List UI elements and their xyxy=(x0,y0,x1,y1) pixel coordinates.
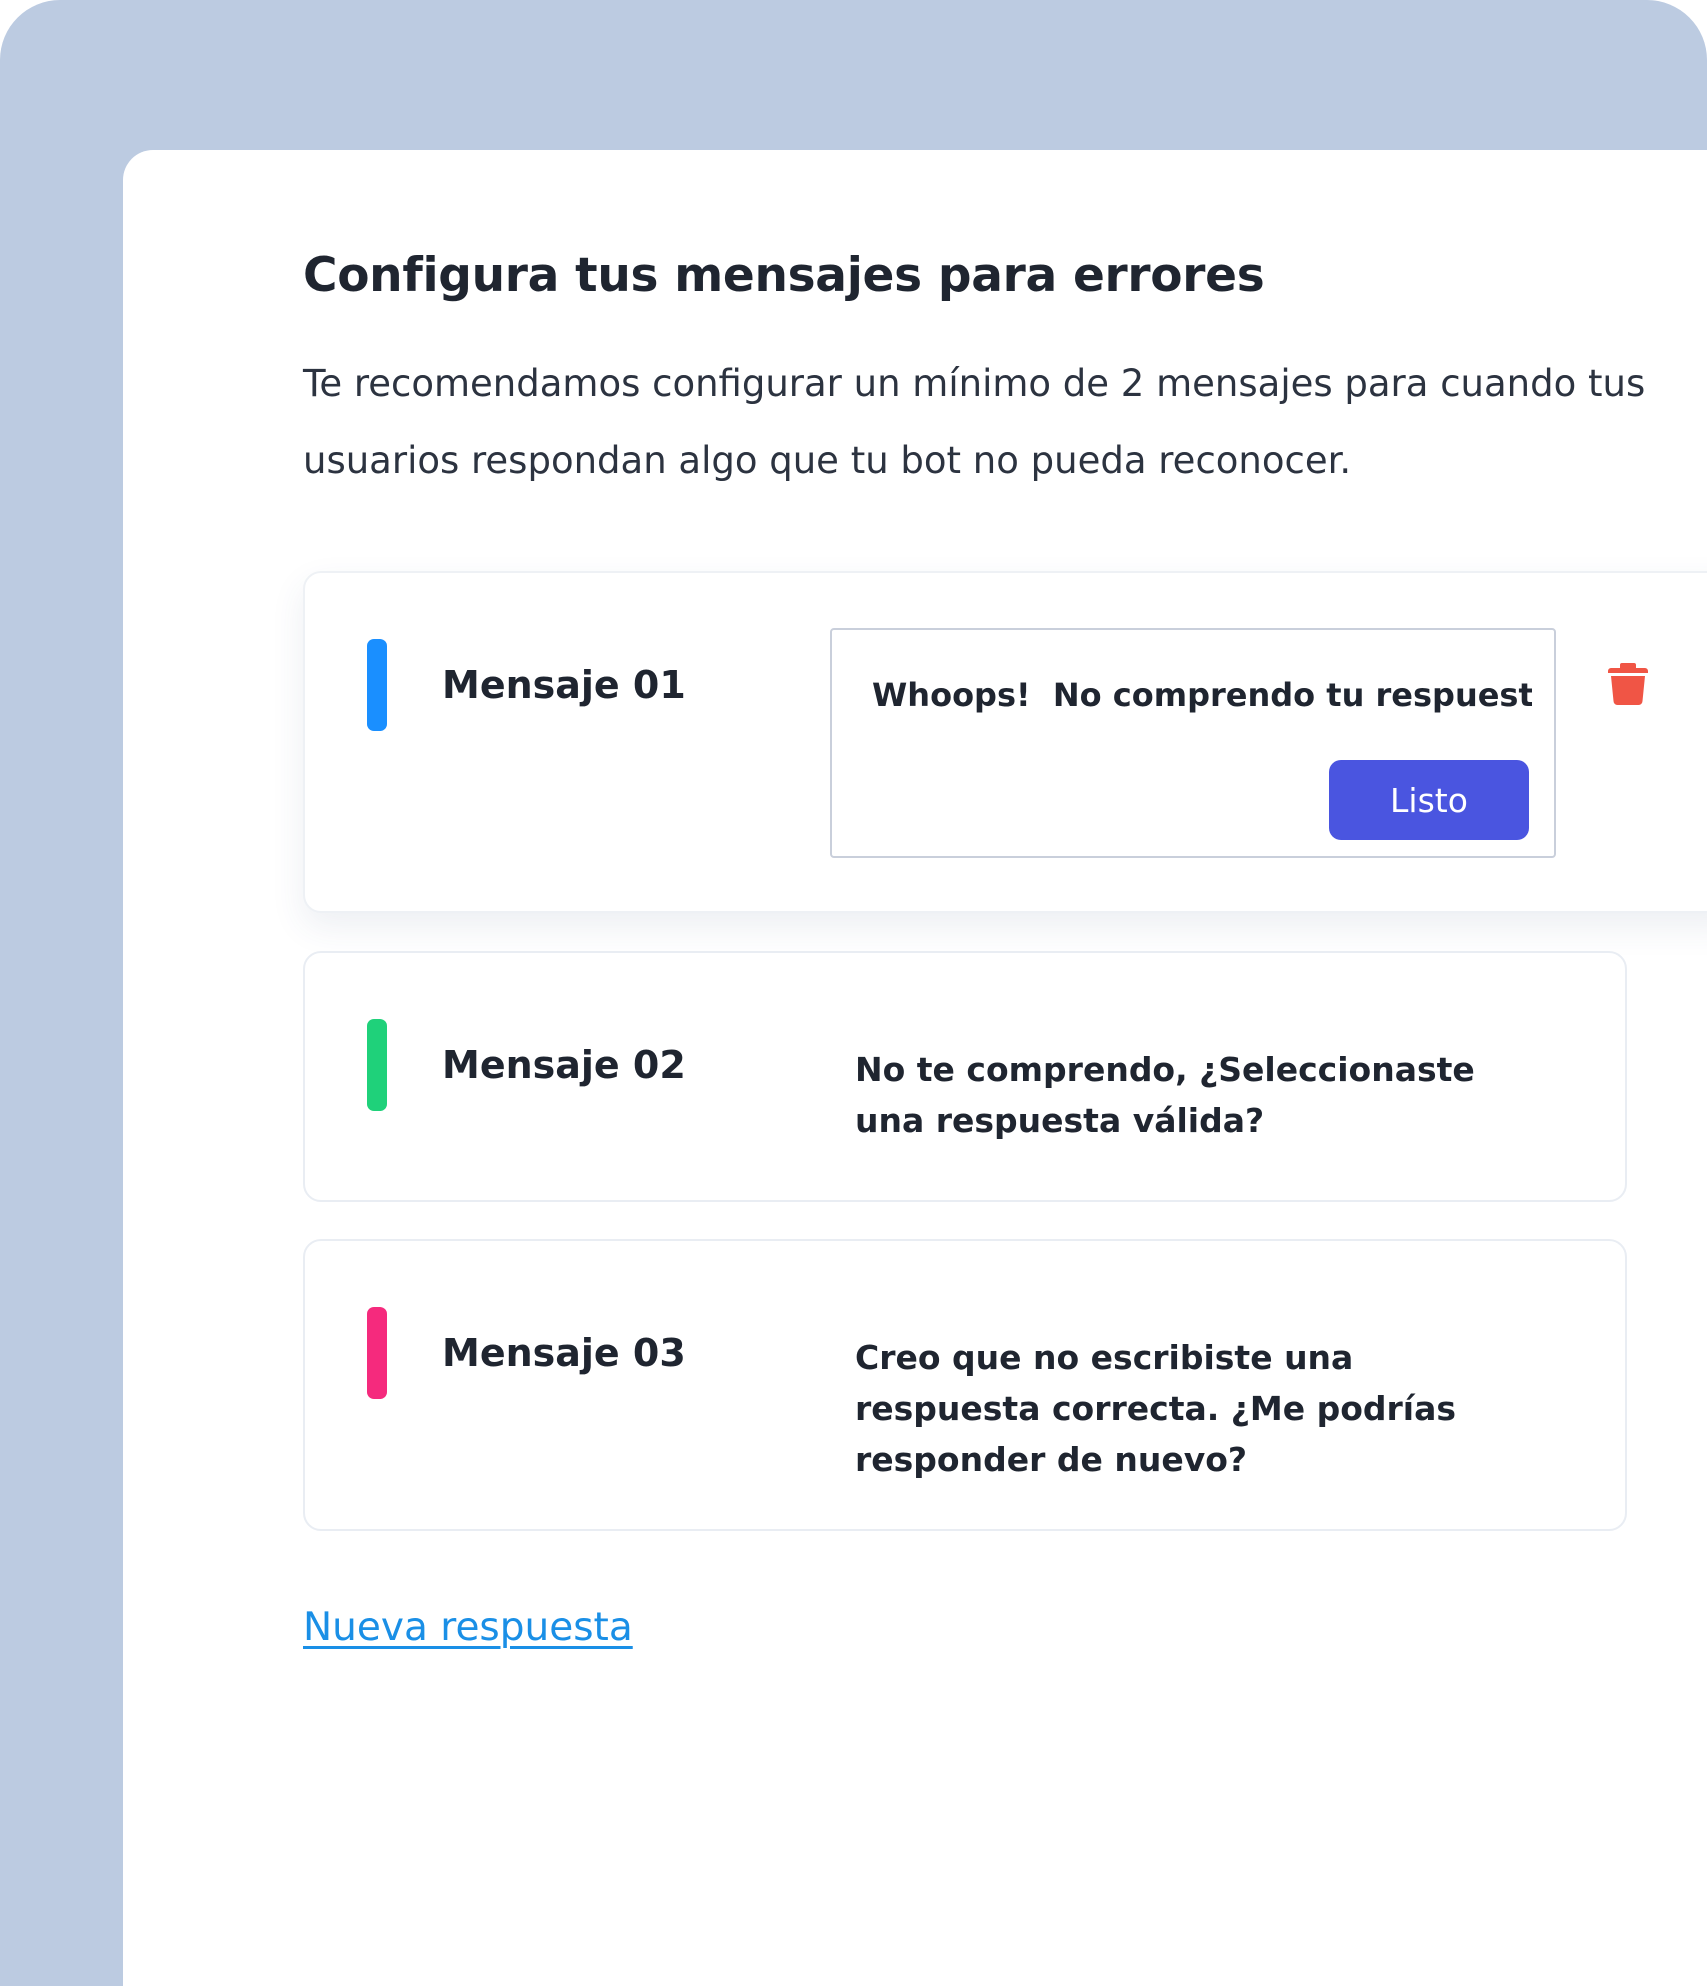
accent-bar xyxy=(367,639,387,731)
done-button[interactable]: Listo xyxy=(1329,760,1529,840)
trash-icon[interactable] xyxy=(1608,661,1648,705)
message-label: Mensaje 02 xyxy=(442,1043,686,1087)
new-response-link[interactable]: Nueva respuesta xyxy=(303,1605,633,1650)
message-card-3[interactable]: Mensaje 03 Creo que no escribiste una re… xyxy=(303,1239,1627,1531)
message-label: Mensaje 01 xyxy=(442,663,686,707)
page-description: Te recomendamos configurar un mínimo de … xyxy=(303,362,1646,482)
message-card-2[interactable]: Mensaje 02 No te comprendo, ¿Seleccionas… xyxy=(303,951,1627,1202)
accent-bar xyxy=(367,1019,387,1111)
message-label: Mensaje 03 xyxy=(442,1331,686,1375)
message-text: No te comprendo, ¿Seleccionaste una resp… xyxy=(855,1050,1475,1140)
message-text: Creo que no escribiste una respuesta cor… xyxy=(855,1338,1457,1479)
accent-bar xyxy=(367,1307,387,1399)
message-text-input[interactable] xyxy=(872,676,1532,714)
message-editor: Listo xyxy=(830,628,1556,858)
message-card-1[interactable]: Mensaje 01 Listo xyxy=(303,571,1707,913)
page-title: Configura tus mensajes para errores xyxy=(303,248,1265,303)
app-frame: Configura tus mensajes para errores Te r… xyxy=(0,0,1707,1986)
